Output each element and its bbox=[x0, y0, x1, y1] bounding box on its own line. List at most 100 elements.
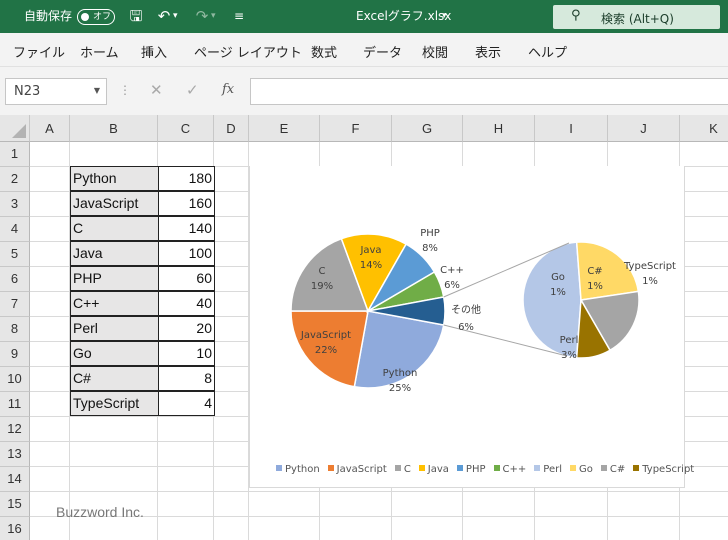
legend-entry[interactable]: C bbox=[394, 464, 411, 475]
legend-entry[interactable]: JavaScript bbox=[327, 464, 387, 475]
column-header-f[interactable]: F bbox=[320, 115, 392, 142]
table-cell-value[interactable]: 4 bbox=[158, 391, 215, 416]
data-label-name: C bbox=[319, 266, 326, 277]
tab-help[interactable]: ヘルプ bbox=[528, 42, 567, 61]
table-cell-value[interactable]: 8 bbox=[158, 366, 215, 391]
table-cell-value[interactable]: 60 bbox=[158, 266, 215, 291]
tab-review[interactable]: 校閲 bbox=[422, 42, 448, 61]
undo-icon[interactable]: ↶ bbox=[154, 0, 174, 33]
more-options-icon[interactable]: ⋮ bbox=[119, 83, 131, 97]
pie-of-pie-chart[interactable]: Python 25% JavaScript 22% C 19% Java 14% PHP 8% C+… bbox=[249, 166, 694, 488]
table-cell-name[interactable]: C++ bbox=[70, 291, 159, 316]
legend-swatch bbox=[418, 465, 425, 471]
row-header-10[interactable]: 10 bbox=[0, 367, 30, 392]
redo-dropdown-icon[interactable]: ▾ bbox=[211, 0, 221, 33]
enter-icon[interactable]: ✓ bbox=[186, 81, 199, 99]
legend-swatch bbox=[456, 465, 463, 471]
table-cell-value[interactable]: 180 bbox=[158, 166, 215, 191]
row-header-14[interactable]: 14 bbox=[0, 467, 30, 492]
legend-entry[interactable]: Go bbox=[569, 464, 593, 475]
table-cell-name[interactable]: JavaScript bbox=[70, 191, 159, 216]
tab-insert[interactable]: 挿入 bbox=[141, 42, 167, 61]
table-cell-name[interactable]: TypeScript bbox=[70, 391, 159, 416]
table-cell-value[interactable]: 20 bbox=[158, 316, 215, 341]
row-header-9[interactable]: 9 bbox=[0, 342, 30, 367]
table-cell-name[interactable]: Go bbox=[70, 341, 159, 366]
table-cell-value[interactable]: 10 bbox=[158, 341, 215, 366]
tab-file[interactable]: ファイル bbox=[13, 42, 65, 61]
name-box[interactable]: N23 ▼ bbox=[5, 78, 107, 105]
tab-page-layout[interactable]: ページ レイアウト bbox=[194, 42, 302, 61]
data-label-percent: 1% bbox=[587, 281, 603, 292]
legend-entry[interactable]: TypeScript bbox=[633, 464, 694, 475]
undo-dropdown-icon[interactable]: ▾ bbox=[173, 0, 183, 33]
column-header-g[interactable]: G bbox=[392, 115, 463, 142]
data-label-name: C++ bbox=[440, 265, 464, 276]
row-header-1[interactable]: 1 bbox=[0, 142, 30, 167]
column-header-d[interactable]: D bbox=[214, 115, 249, 142]
insert-function-icon[interactable]: fx bbox=[222, 82, 234, 97]
column-header-j[interactable]: J bbox=[608, 115, 680, 142]
row-header-6[interactable]: 6 bbox=[0, 267, 30, 292]
table-cell-name[interactable]: Perl bbox=[70, 316, 159, 341]
column-header-a[interactable]: A bbox=[30, 115, 70, 142]
column-header-k[interactable]: K bbox=[680, 115, 728, 142]
tab-formulas[interactable]: 数式 bbox=[311, 42, 337, 61]
data-label-name: TypeScript bbox=[623, 261, 676, 272]
column-header-b[interactable]: B bbox=[70, 115, 158, 142]
tab-data[interactable]: データ bbox=[363, 42, 402, 61]
legend-entry[interactable]: Python bbox=[276, 464, 320, 475]
legend-entry[interactable]: PHP bbox=[456, 464, 486, 475]
table-cell-value[interactable]: 140 bbox=[158, 216, 215, 241]
search-label: 検索 (Alt+Q) bbox=[601, 12, 674, 26]
save-icon[interactable]: 🖫 bbox=[126, 0, 146, 33]
row-header-5[interactable]: 5 bbox=[0, 242, 30, 267]
tab-home[interactable]: ホーム bbox=[80, 42, 119, 61]
legend-label: Python bbox=[285, 464, 320, 475]
select-all-icon bbox=[12, 124, 26, 138]
tab-view[interactable]: 表示 bbox=[475, 42, 501, 61]
autosave-label: 自動保存 bbox=[24, 9, 73, 23]
row-header-2[interactable]: 2 bbox=[0, 167, 30, 192]
column-header-i[interactable]: I bbox=[535, 115, 608, 142]
table-cell-name[interactable]: C# bbox=[70, 366, 159, 391]
row-header-7[interactable]: 7 bbox=[0, 292, 30, 317]
row-header-13[interactable]: 13 bbox=[0, 442, 30, 467]
column-header-h[interactable]: H bbox=[463, 115, 535, 142]
row-header-15[interactable]: 15 bbox=[0, 492, 30, 517]
autosave-toggle[interactable]: オフ bbox=[77, 9, 115, 25]
data-label-name: Perl bbox=[560, 335, 579, 346]
file-title[interactable]: Excelグラフ.xlsx bbox=[356, 0, 451, 33]
data-label-name: Go bbox=[551, 272, 565, 283]
table-cell-name[interactable]: PHP bbox=[70, 266, 159, 291]
table-cell-value[interactable]: 100 bbox=[158, 241, 215, 266]
row-header-4[interactable]: 4 bbox=[0, 217, 30, 242]
legend-entry[interactable]: Perl bbox=[534, 464, 562, 475]
legend-entry[interactable]: C# bbox=[600, 464, 625, 475]
table-cell-name[interactable]: C bbox=[70, 216, 159, 241]
cancel-icon[interactable]: ✕ bbox=[150, 81, 163, 99]
search-box[interactable]: ⚲ 検索 (Alt+Q) bbox=[553, 5, 720, 29]
table-cell-name[interactable]: Python bbox=[70, 166, 159, 191]
legend-entry[interactable]: C++ bbox=[493, 464, 526, 475]
select-all-button[interactable] bbox=[0, 115, 30, 142]
table-cell-value[interactable]: 160 bbox=[158, 191, 215, 216]
legend-entry[interactable]: Java bbox=[418, 464, 449, 475]
row-header-12[interactable]: 12 bbox=[0, 417, 30, 442]
redo-icon[interactable]: ↷ bbox=[192, 0, 212, 33]
chevron-down-icon[interactable]: ▾ bbox=[442, 0, 447, 33]
row-header-16[interactable]: 16 bbox=[0, 517, 30, 540]
legend-label: C bbox=[403, 464, 411, 475]
table-cell-value[interactable]: 40 bbox=[158, 291, 215, 316]
legend-swatch bbox=[493, 465, 500, 471]
formula-input[interactable] bbox=[250, 78, 728, 105]
row-header-11[interactable]: 11 bbox=[0, 392, 30, 417]
table-cell-name[interactable]: Java bbox=[70, 241, 159, 266]
column-header-e[interactable]: E bbox=[249, 115, 320, 142]
formula-bar: N23 ▼ ⋮ ✕ ✓ fx bbox=[0, 67, 728, 115]
row-header-3[interactable]: 3 bbox=[0, 192, 30, 217]
row-header-8[interactable]: 8 bbox=[0, 317, 30, 342]
column-header-c[interactable]: C bbox=[158, 115, 214, 142]
chevron-down-icon[interactable]: ▼ bbox=[94, 86, 100, 95]
customize-toolbar-icon[interactable]: ≡ bbox=[234, 0, 244, 33]
